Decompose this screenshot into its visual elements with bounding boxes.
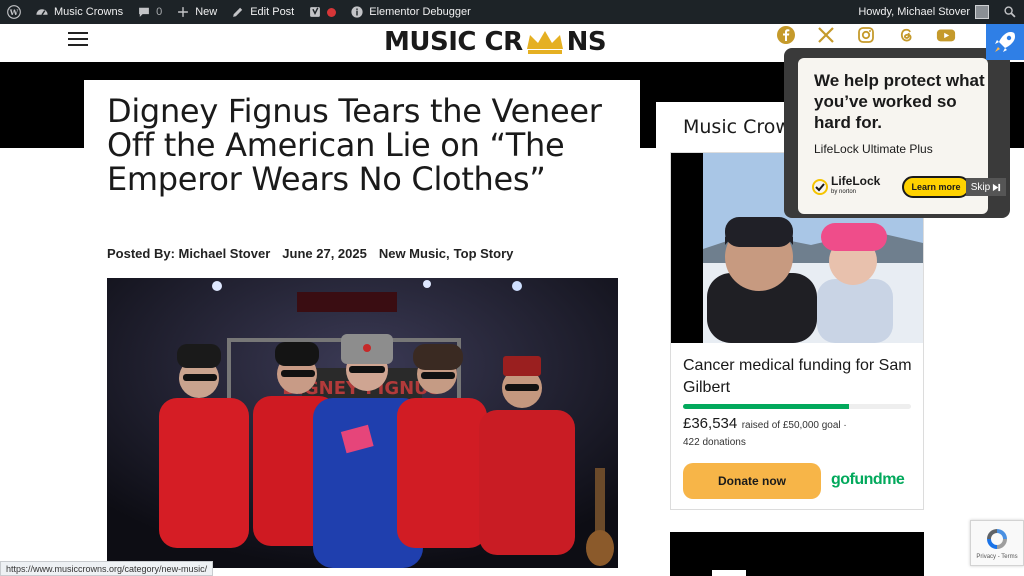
logo-text-left: MUSIC CR	[384, 27, 523, 57]
dashboard-icon	[36, 9, 48, 16]
lifelock-logo: LifeLock by norton	[812, 174, 881, 198]
lifelock-ad[interactable]: We help protect what you’ve worked so ha…	[798, 58, 988, 214]
recaptcha-icon	[987, 529, 1007, 549]
category-separator: ,	[446, 246, 450, 261]
crown-icon	[526, 31, 563, 54]
gofundme-logo[interactable]: gofundme	[831, 471, 905, 489]
skip-label: Skip	[970, 181, 991, 193]
ad-headline: We help protect what you’ve worked so ha…	[814, 71, 985, 132]
threads-icon[interactable]	[896, 25, 916, 45]
seo-status-dot	[327, 7, 337, 17]
avatar	[975, 5, 989, 19]
ad-skip-button[interactable]: Skip	[966, 178, 1006, 196]
posted-by: Posted By: Michael Stover	[107, 246, 271, 261]
svg-text:W: W	[9, 8, 19, 17]
site-name-link[interactable]: Music Crowns	[28, 0, 130, 24]
fundraiser-title[interactable]: Cancer medical funding for Sam Gilbert	[683, 355, 915, 399]
ad-product: LifeLock Ultimate Plus	[814, 142, 933, 156]
edit-post-link[interactable]: Edit Post	[224, 0, 301, 24]
facebook-icon[interactable]	[776, 25, 796, 45]
comments-count: 0	[156, 6, 163, 18]
plus-icon	[178, 7, 189, 17]
social-links	[776, 24, 956, 46]
article-card: Digney Fignus Tears the Veneer Off the A…	[84, 80, 640, 576]
howdy-text: Howdy, Michael Stover	[858, 6, 970, 18]
article-hero-image: DIGNEY FIGNUS	[107, 278, 618, 568]
category-top-story-link[interactable]: Top Story	[454, 246, 514, 261]
status-url-tooltip: https://www.musiccrowns.org/category/new…	[0, 561, 214, 576]
search-icon	[1004, 6, 1016, 18]
wp-admin-bar: W Music Crowns 0 New Edit Post Elementor…	[0, 0, 1024, 24]
skip-forward-icon	[993, 183, 1001, 191]
instagram-icon[interactable]	[856, 25, 876, 45]
site-logo[interactable]: MUSIC CR NS	[384, 24, 607, 60]
yoast-icon	[310, 7, 321, 17]
raised-amount: £36,534	[683, 415, 738, 432]
elementor-debugger-link[interactable]: Elementor Debugger	[343, 0, 478, 24]
fundraiser-progress-bar	[683, 404, 911, 409]
new-content-link[interactable]: New	[169, 0, 224, 24]
comment-icon	[139, 7, 149, 17]
goal-text: raised of £50,000 goal ·	[741, 420, 847, 431]
my-account-link[interactable]: Howdy, Michael Stover	[851, 0, 996, 24]
fundraiser-progress-fill	[683, 404, 850, 409]
article-headline: Digney Fignus Tears the Veneer Off the A…	[107, 92, 602, 198]
sidebar-ad-slot	[670, 532, 924, 576]
learn-more-button[interactable]: Learn more	[902, 176, 970, 198]
donations-count: 422 donations	[683, 437, 746, 448]
info-icon	[351, 6, 363, 18]
rocket-icon[interactable]	[986, 24, 1024, 60]
yoast-menu[interactable]	[301, 0, 343, 24]
youtube-icon[interactable]	[936, 25, 956, 45]
site-name: Music Crowns	[54, 6, 124, 18]
edit-post-label: Edit Post	[250, 6, 295, 18]
category-new-music-link[interactable]: New Music	[379, 246, 446, 261]
wordpress-logo-icon[interactable]: W	[0, 0, 28, 24]
categories: New Music, Top Story	[379, 246, 514, 261]
menu-hamburger-icon[interactable]	[68, 32, 88, 46]
comments-link[interactable]: 0	[130, 0, 169, 24]
fundraiser-raised: £36,534 raised of £50,000 goal ·	[683, 415, 847, 433]
post-date: June 27, 2025	[282, 246, 367, 261]
new-label: New	[195, 6, 218, 18]
recaptcha-badge[interactable]: Privacy - Terms	[970, 520, 1024, 566]
x-icon[interactable]	[816, 25, 836, 45]
checkmark-icon	[812, 179, 828, 195]
ad-brand-name: LifeLock	[831, 174, 881, 188]
pencil-icon	[233, 7, 243, 17]
elementor-debugger-label: Elementor Debugger	[369, 6, 471, 18]
fundraiser-child	[817, 223, 893, 343]
donate-button[interactable]: Donate now	[683, 463, 821, 499]
recaptcha-links[interactable]: Privacy - Terms	[976, 554, 1017, 560]
article-meta: Posted By: Michael Stover June 27, 2025 …	[107, 246, 513, 261]
ad-brand-sub: by norton	[831, 189, 857, 195]
logo-text-right: NS	[566, 27, 607, 57]
admin-search-button[interactable]	[996, 0, 1024, 24]
